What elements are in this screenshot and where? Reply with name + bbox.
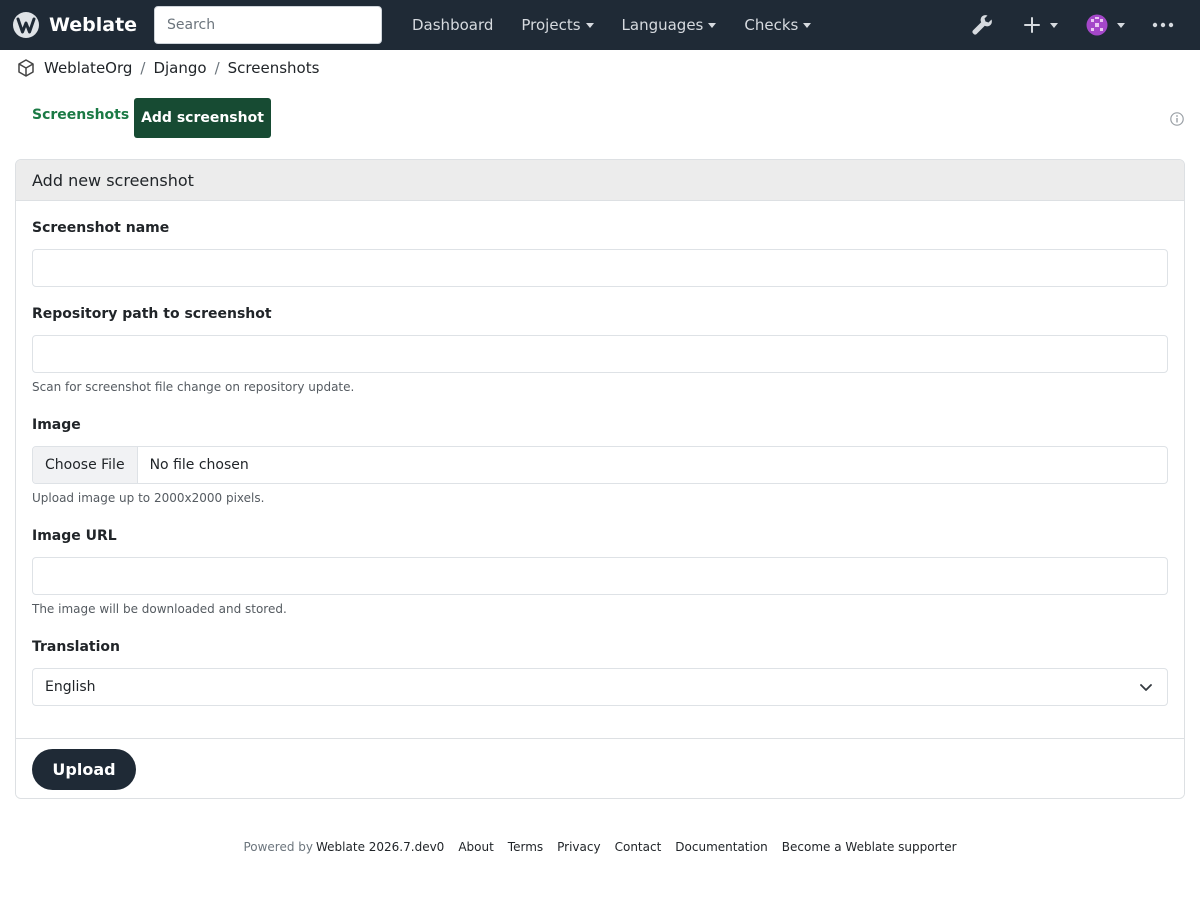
repository-path-input[interactable] xyxy=(32,335,1168,373)
translation-selected-value: English xyxy=(45,679,96,695)
card-title: Add new screenshot xyxy=(16,160,1184,201)
powered-by-text: Powered by xyxy=(243,840,314,854)
brand-name: Weblate xyxy=(49,14,138,36)
brand-logo-link[interactable]: Weblate xyxy=(12,0,137,50)
user-menu-button[interactable] xyxy=(1086,14,1125,36)
plus-icon xyxy=(1024,17,1040,33)
screenshot-name-label: Screenshot name xyxy=(32,220,170,236)
more-icon xyxy=(1152,22,1174,28)
breadcrumb-separator: / xyxy=(140,59,146,77)
footer-about-link[interactable]: About xyxy=(458,840,493,854)
tab-screenshots[interactable]: Screenshots xyxy=(32,107,129,123)
footer-supporter-link[interactable]: Become a Weblate supporter xyxy=(782,840,957,854)
nav-checks[interactable]: Checks xyxy=(730,16,825,34)
repository-path-label: Repository path to screenshot xyxy=(32,306,272,322)
avatar xyxy=(1086,14,1108,36)
nav-languages[interactable]: Languages xyxy=(608,16,731,34)
footer-terms-link[interactable]: Terms xyxy=(508,840,543,854)
breadcrumb-separator: / xyxy=(214,59,220,77)
screenshot-name-input[interactable] xyxy=(32,249,1168,287)
weblate-version-link[interactable]: Weblate 2026.7.dev0 xyxy=(316,840,444,854)
breadcrumb-project[interactable]: Django xyxy=(153,59,206,77)
breadcrumb-current[interactable]: Screenshots xyxy=(228,59,320,77)
organization-icon xyxy=(18,59,34,77)
weblate-logo-icon xyxy=(13,12,39,38)
add-menu-button[interactable] xyxy=(1022,14,1058,36)
manage-button[interactable] xyxy=(970,13,994,37)
search-input[interactable] xyxy=(154,6,382,44)
documentation-link[interactable] xyxy=(1170,112,1184,130)
nav-projects-label: Projects xyxy=(521,16,581,34)
footer-documentation-link[interactable]: Documentation xyxy=(675,840,768,854)
add-screenshot-card: Add new screenshot Screenshot name Repos… xyxy=(15,159,1185,799)
nav-projects[interactable]: Projects xyxy=(507,16,607,34)
image-url-label: Image URL xyxy=(32,528,117,544)
breadcrumb: WeblateOrg / Django / Screenshots xyxy=(16,57,319,79)
page-footer: Powered by Weblate 2026.7.dev0 About Ter… xyxy=(0,840,1200,854)
main-nav: Dashboard Projects Languages Checks xyxy=(398,0,825,50)
image-file-input[interactable]: Choose File No file chosen xyxy=(32,446,1168,484)
more-menu-button[interactable] xyxy=(1151,14,1175,36)
top-navbar: Weblate Dashboard Projects Languages Che… xyxy=(0,0,1200,50)
translation-select[interactable]: English xyxy=(32,668,1168,706)
repository-path-help: Scan for screenshot file change on repos… xyxy=(32,380,355,394)
translation-label: Translation xyxy=(32,639,120,655)
chevron-down-icon xyxy=(1140,684,1152,691)
nav-dashboard-label: Dashboard xyxy=(412,16,494,34)
card-footer: Upload xyxy=(16,738,1184,798)
nav-checks-label: Checks xyxy=(744,16,799,34)
info-icon xyxy=(1170,112,1184,126)
upload-button[interactable]: Upload xyxy=(32,749,136,790)
tab-add-screenshot[interactable]: Add screenshot xyxy=(134,98,271,138)
wrench-icon xyxy=(972,15,992,35)
caret-down-icon xyxy=(803,22,812,28)
caret-down-icon xyxy=(1050,22,1058,28)
nav-dashboard[interactable]: Dashboard xyxy=(398,16,507,34)
caret-down-icon xyxy=(708,22,717,28)
image-help: Upload image up to 2000x2000 pixels. xyxy=(32,491,265,505)
breadcrumb-organization[interactable]: WeblateOrg xyxy=(44,59,132,77)
choose-file-button[interactable]: Choose File xyxy=(33,447,138,483)
image-url-input[interactable] xyxy=(32,557,1168,595)
caret-down-icon xyxy=(1117,22,1125,28)
image-label: Image xyxy=(32,417,81,433)
nav-languages-label: Languages xyxy=(621,16,704,34)
image-url-help: The image will be downloaded and stored. xyxy=(32,602,287,616)
file-status: No file chosen xyxy=(149,457,249,473)
caret-down-icon xyxy=(585,22,594,28)
footer-privacy-link[interactable]: Privacy xyxy=(557,840,600,854)
footer-contact-link[interactable]: Contact xyxy=(615,840,662,854)
